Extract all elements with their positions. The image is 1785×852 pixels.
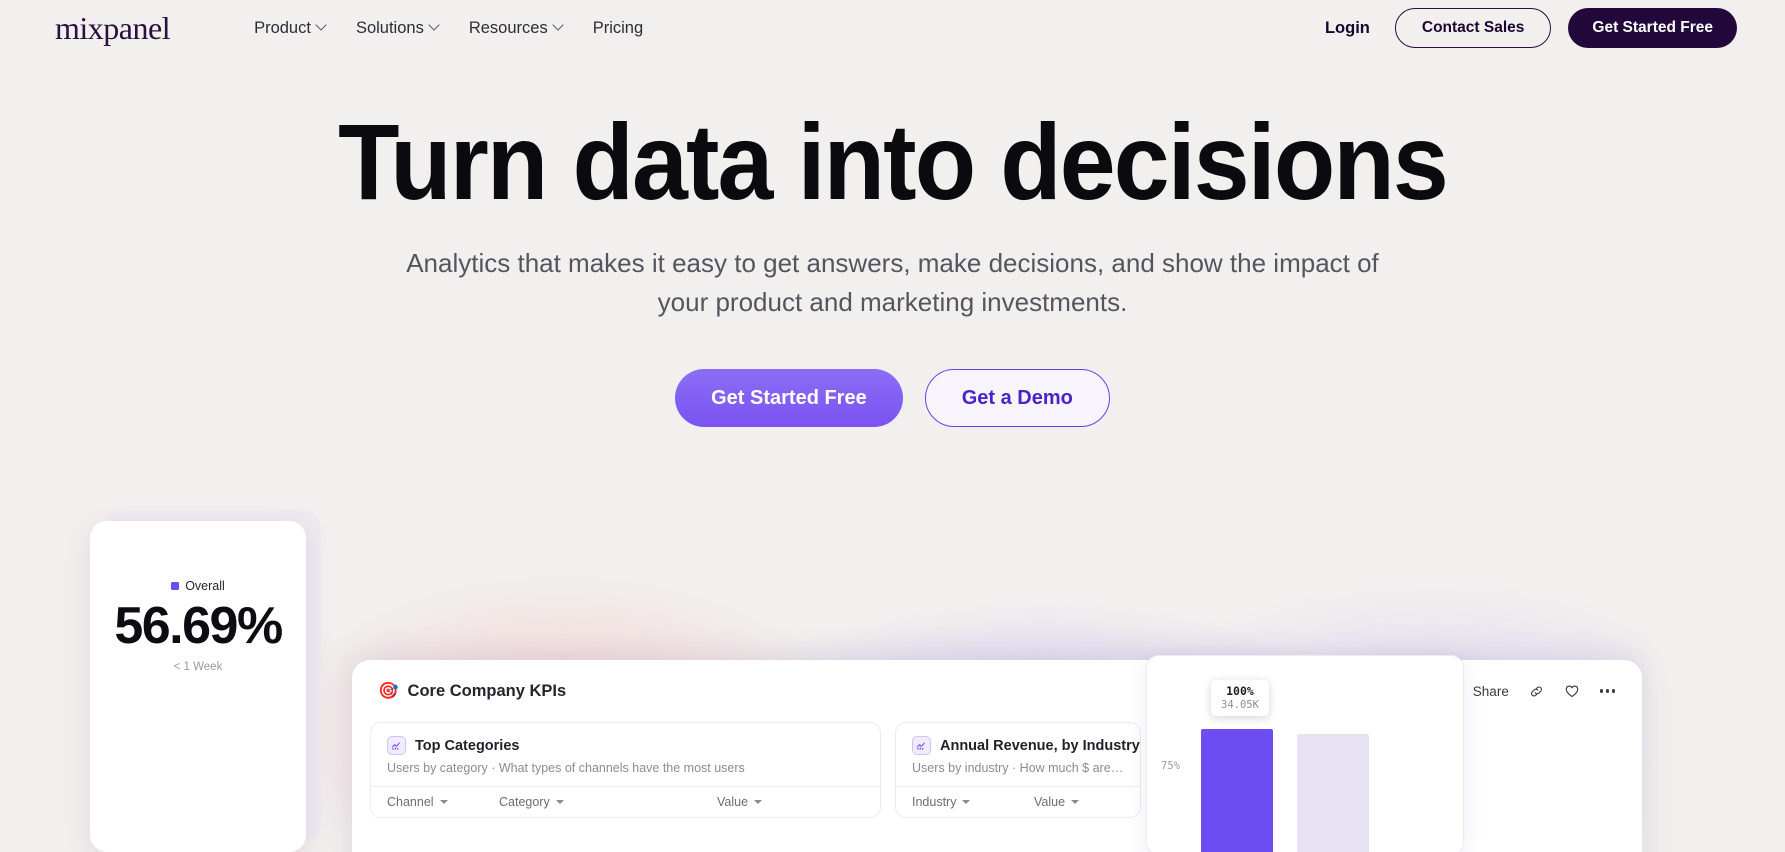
bar-series-1[interactable] bbox=[1201, 729, 1273, 852]
column-header-value-label: Value bbox=[717, 795, 749, 809]
column-header-channel-label: Channel bbox=[387, 795, 434, 809]
card-top-categories-title-row: Top Categories bbox=[387, 736, 864, 755]
chevron-down-icon bbox=[555, 800, 564, 804]
share-button[interactable]: Share bbox=[1473, 684, 1509, 699]
hero-get-a-demo-button[interactable]: Get a Demo bbox=[924, 369, 1110, 427]
card-top-categories-title: Top Categories bbox=[415, 737, 520, 754]
page-title: Turn data into decisions bbox=[338, 101, 1449, 222]
column-header-industry-label: Industry bbox=[912, 795, 957, 809]
hero-cta-group: Get Started Free Get a Demo bbox=[0, 369, 1785, 427]
top-navigation-bar: mixpanel Product Solutions Resources Pri… bbox=[0, 0, 1785, 56]
nav-item-resources-label: Resources bbox=[468, 18, 548, 37]
link-icon bbox=[1530, 686, 1542, 696]
bar-chart: 75% 100% 34.05K bbox=[1147, 656, 1463, 852]
column-header-channel[interactable]: Channel bbox=[387, 795, 499, 809]
favorite-button[interactable] bbox=[1564, 683, 1580, 699]
column-header-value-2[interactable]: Value bbox=[1034, 795, 1080, 809]
copy-link-button[interactable] bbox=[1529, 684, 1544, 699]
chart-tooltip-percent: 100% bbox=[1226, 684, 1254, 698]
share-label: Share bbox=[1472, 683, 1509, 699]
chart-icon bbox=[387, 736, 406, 755]
chevron-down-icon bbox=[315, 19, 327, 31]
nav-item-resources[interactable]: Resources bbox=[468, 18, 564, 38]
card-annual-revenue-header: Annual Revenue, by Industry Users by ind… bbox=[896, 723, 1140, 786]
nav-item-pricing[interactable]: Pricing bbox=[593, 19, 643, 38]
bar-chart-bars bbox=[1201, 729, 1369, 852]
more-icon bbox=[1599, 689, 1615, 693]
primary-nav-links: Product Solutions Resources Pricing bbox=[254, 19, 643, 38]
chart-tooltip-count: 34.05K bbox=[1221, 699, 1259, 711]
card-annual-revenue[interactable]: Annual Revenue, by Industry Users by ind… bbox=[895, 722, 1141, 818]
chevron-down-icon bbox=[962, 800, 971, 804]
more-options-button[interactable] bbox=[1599, 689, 1615, 693]
nav-actions: Login Contact Sales Get Started Free bbox=[1317, 8, 1737, 48]
bar-chart-card[interactable]: 75% 100% 34.05K bbox=[1146, 655, 1464, 852]
column-header-value-2-label: Value bbox=[1034, 795, 1066, 809]
card-annual-revenue-title-row: Annual Revenue, by Industry bbox=[912, 736, 1140, 755]
card-annual-revenue-subtitle: Users by industry · How much $ are we co… bbox=[912, 761, 1124, 775]
card-annual-revenue-columns: Industry Value bbox=[896, 787, 1140, 817]
nav-item-pricing-label: Pricing bbox=[592, 18, 644, 37]
card-top-categories[interactable]: Top Categories Users by category · What … bbox=[370, 722, 881, 818]
column-header-industry[interactable]: Industry bbox=[912, 795, 1034, 809]
column-header-value[interactable]: Value bbox=[717, 795, 763, 809]
chevron-down-icon bbox=[552, 19, 564, 31]
column-header-category-label: Category bbox=[499, 795, 550, 809]
chevron-down-icon bbox=[439, 800, 448, 804]
card-top-categories-columns: Channel Category Value bbox=[371, 787, 880, 817]
metric-legend: Overall bbox=[171, 579, 225, 593]
hero-subtitle: Analytics that makes it easy to get answ… bbox=[406, 248, 1379, 317]
metric-note: < 1 Week bbox=[173, 660, 223, 673]
bar-series-2[interactable] bbox=[1297, 734, 1369, 852]
heart-icon bbox=[1565, 685, 1579, 698]
dashboard-title: 🎯 Core Company KPIs bbox=[378, 682, 566, 701]
metric-value: 56.69% bbox=[114, 597, 283, 655]
nav-item-product-label: Product bbox=[254, 18, 311, 37]
login-link[interactable]: Login bbox=[1317, 19, 1378, 38]
contact-sales-button[interactable]: Contact Sales bbox=[1394, 8, 1552, 48]
dashboard-title-label: Core Company KPIs bbox=[407, 681, 567, 700]
mixpanel-logo[interactable]: mixpanel bbox=[55, 12, 171, 44]
chevron-down-icon bbox=[754, 800, 763, 804]
chart-tooltip: 100% 34.05K bbox=[1211, 680, 1269, 716]
card-top-categories-subtitle: Users by category · What types of channe… bbox=[387, 761, 745, 775]
card-top-categories-header: Top Categories Users by category · What … bbox=[371, 723, 880, 786]
chevron-down-icon bbox=[428, 19, 440, 31]
y-axis-tick-75: 75% bbox=[1161, 760, 1180, 772]
card-annual-revenue-title: Annual Revenue, by Industry bbox=[940, 737, 1140, 754]
metric-legend-label: Overall bbox=[185, 579, 225, 593]
legend-swatch-icon bbox=[171, 582, 180, 590]
metric-card-overall-retention[interactable]: Overall 56.69% < 1 Week bbox=[90, 521, 306, 852]
get-started-free-nav-button[interactable]: Get Started Free bbox=[1568, 8, 1737, 48]
chart-icon bbox=[912, 736, 931, 755]
chevron-down-icon bbox=[1071, 800, 1080, 804]
nav-item-solutions-label: Solutions bbox=[355, 18, 424, 37]
target-icon: 🎯 bbox=[378, 681, 399, 700]
hero-get-started-free-button[interactable]: Get Started Free bbox=[675, 369, 903, 427]
column-header-category[interactable]: Category bbox=[499, 795, 717, 809]
hero-section: Turn data into decisions Analytics that … bbox=[0, 56, 1785, 427]
nav-item-product[interactable]: Product bbox=[254, 18, 327, 38]
nav-item-solutions[interactable]: Solutions bbox=[355, 18, 440, 38]
